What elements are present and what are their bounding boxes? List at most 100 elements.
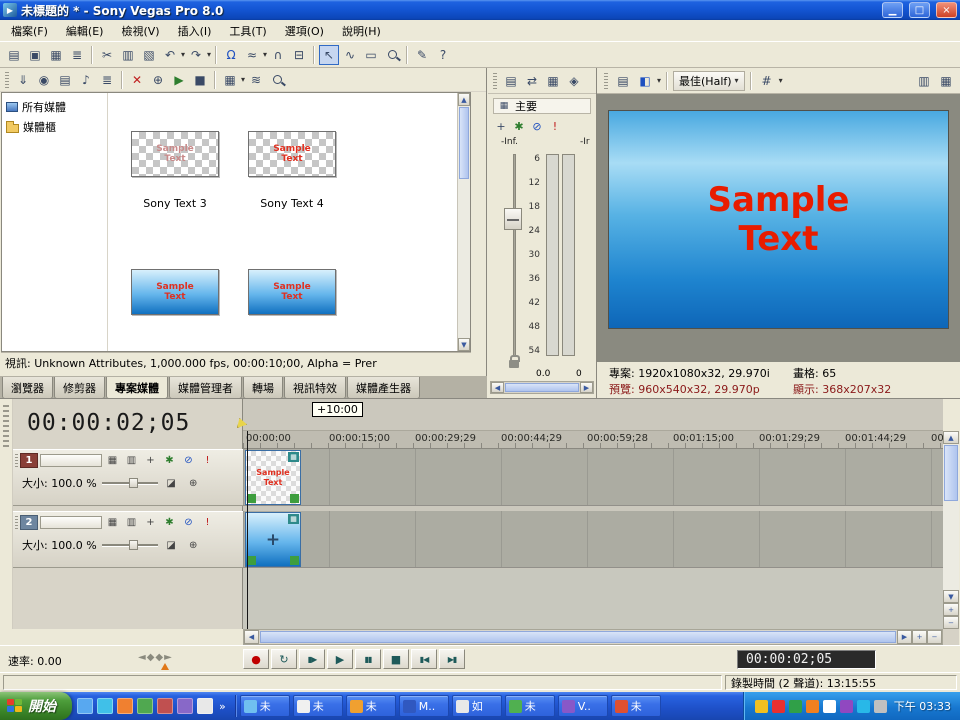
automation-settings-icon[interactable]: ✱ (161, 515, 178, 530)
start-preview-icon[interactable]: ▶ (169, 70, 189, 90)
remove-media-icon[interactable]: ✕ (127, 70, 147, 90)
quick-launch-icon-2[interactable] (97, 698, 113, 714)
taskbar-button-3[interactable]: 未 (346, 695, 396, 717)
make-compositing-child-icon[interactable]: ⊕ (185, 538, 202, 553)
track-lane-1[interactable] (243, 449, 943, 506)
media-item-3[interactable]: Sample Text (131, 269, 219, 315)
media-generators-icon[interactable]: ≋ (246, 70, 266, 90)
normal-edit-tool-icon[interactable]: ↖ (319, 45, 339, 65)
media-item-2[interactable]: Sample Text (248, 131, 336, 177)
save-icon[interactable]: ▦ (46, 45, 66, 65)
time-ruler[interactable]: 00:00:00 00:00:15;00 00:00:29;29 00:00:4… (243, 431, 943, 449)
undo-dropdown-icon[interactable]: ▾ (181, 50, 185, 59)
scroll-up-icon[interactable]: ▲ (458, 93, 470, 106)
solo-icon[interactable]: ! (199, 515, 216, 530)
bus-solo-icon[interactable]: ! (547, 118, 563, 134)
bus-fx-icon[interactable]: ✱ (511, 118, 527, 134)
scrollbar-thumb[interactable] (260, 631, 896, 643)
split-screen-dropdown-icon[interactable]: ▾ (657, 76, 661, 85)
ignore-event-grouping-icon[interactable]: ⊟ (289, 45, 309, 65)
play-button[interactable]: ▶ (327, 649, 353, 669)
scroll-down-icon[interactable]: ▼ (943, 590, 959, 603)
media-item-1[interactable]: Sample Text (131, 131, 219, 177)
bus-insert-fx-icon[interactable]: + (493, 118, 509, 134)
volume-fader-handle[interactable] (504, 208, 522, 230)
taskbar-button-2[interactable]: 未 (293, 695, 343, 717)
tray-icon-7[interactable] (857, 700, 870, 713)
track-level-slider[interactable] (102, 478, 158, 488)
import-media-icon[interactable]: ⇓ (13, 70, 33, 90)
timeline-event-text-media[interactable]: Sample Text ▦ (245, 450, 301, 505)
quick-launch-icon-3[interactable] (117, 698, 133, 714)
taskbar-button-1[interactable]: 未 (240, 695, 290, 717)
cut-icon[interactable]: ✂ (97, 45, 117, 65)
tray-icon-1[interactable] (755, 700, 768, 713)
menu-edit[interactable]: 編輯(E) (57, 20, 113, 42)
taskbar-button-6[interactable]: 未 (505, 695, 555, 717)
tray-icon-2[interactable] (772, 700, 785, 713)
make-compositing-child-icon[interactable]: ⊕ (185, 476, 202, 491)
scrollbar-thumb[interactable] (505, 383, 579, 392)
mute-icon[interactable]: ⊘ (180, 453, 197, 468)
open-icon[interactable]: ▣ (25, 45, 45, 65)
timeline-horizontal-scrollbar[interactable]: ◀ ▶ + − (243, 629, 943, 645)
views-dropdown-icon[interactable]: ▾ (241, 75, 245, 84)
zoom-edit-tool-icon[interactable] (382, 45, 402, 65)
cursor-timecode-display[interactable]: 00:00:02;05 (27, 410, 190, 436)
track-motion-icon[interactable]: ▥ (123, 453, 140, 468)
quick-launch-icon-1[interactable] (77, 698, 93, 714)
play-from-start-button[interactable]: ▮▶ (299, 649, 325, 669)
tray-icon-8[interactable] (874, 700, 887, 713)
bypass-motion-blur-icon[interactable]: ▦ (104, 453, 121, 468)
taskbar-button-4[interactable]: M.. (399, 695, 449, 717)
edit-cursor[interactable] (247, 431, 248, 629)
media-caption[interactable]: Sony Text 3 (131, 197, 219, 210)
slider-thumb[interactable] (129, 478, 138, 488)
menu-help[interactable]: 說明(H) (333, 20, 390, 42)
track-fx-icon[interactable]: + (142, 515, 159, 530)
compositing-mode-icon[interactable]: ◪ (163, 476, 180, 491)
save-snapshot-icon[interactable]: ▦ (936, 71, 956, 91)
scroll-left-icon[interactable]: ◀ (244, 630, 259, 644)
taskbar-button-7[interactable]: V.. (558, 695, 608, 717)
go-to-start-button[interactable]: ▮◀ (411, 649, 437, 669)
timeline-event-gradient-media[interactable]: + ▦ (245, 512, 301, 567)
tab-video-fx[interactable]: 視訊特效 (284, 377, 346, 399)
properties-icon[interactable]: ≣ (67, 45, 87, 65)
media-properties-icon[interactable]: ≣ (97, 70, 117, 90)
video-preview-frame[interactable]: Sample Text (608, 110, 949, 329)
loop-playback-button[interactable]: ↻ (271, 649, 297, 669)
quick-launch-icon-4[interactable] (137, 698, 153, 714)
quick-launch-icon-5[interactable] (157, 698, 173, 714)
pause-button[interactable]: ▮▮ (355, 649, 381, 669)
generated-media-icon[interactable]: ▦ (288, 452, 299, 462)
whats-this-help-icon[interactable]: ? (433, 45, 453, 65)
insert-bus-icon[interactable]: ▤ (501, 71, 521, 91)
generated-media-icon[interactable]: ▦ (288, 514, 299, 524)
extract-audio-icon[interactable]: ♪ (76, 70, 96, 90)
automation-settings-icon[interactable]: ✱ (161, 453, 178, 468)
project-video-properties-icon[interactable]: ▤ (613, 71, 633, 91)
tab-transitions[interactable]: 轉場 (243, 377, 283, 399)
timeline-content[interactable]: 00:00:00 00:00:15;00 00:00:29;29 00:00:4… (243, 399, 943, 629)
get-photo-icon[interactable]: ▤ (55, 70, 75, 90)
scroll-right-icon[interactable]: ▶ (580, 382, 593, 393)
quick-launch-icon-6[interactable] (177, 698, 193, 714)
zoom-in-vertical-icon[interactable]: + (943, 603, 959, 616)
restore-button[interactable]: □ (909, 2, 930, 18)
scroll-down-icon[interactable]: ▼ (458, 338, 470, 351)
paste-icon[interactable]: ▧ (139, 45, 159, 65)
scrollbar-track[interactable] (943, 502, 959, 590)
bypass-motion-blur-icon[interactable]: ▦ (104, 515, 121, 530)
toolbar-grip[interactable] (5, 72, 9, 88)
menu-tools[interactable]: 工具(T) (220, 20, 275, 42)
stop-preview-icon[interactable]: ■ (190, 70, 210, 90)
stop-button[interactable]: ■ (383, 649, 409, 669)
search-media-icon[interactable] (267, 70, 287, 90)
event-fx-icon[interactable] (247, 556, 256, 565)
tab-media-generators[interactable]: 媒體產生器 (347, 377, 420, 399)
scroll-left-icon[interactable]: ◀ (491, 382, 504, 393)
mixer-options-icon[interactable]: ◈ (564, 71, 584, 91)
scroll-right-icon[interactable]: ▶ (897, 630, 912, 644)
menu-options[interactable]: 選項(O) (276, 20, 333, 42)
